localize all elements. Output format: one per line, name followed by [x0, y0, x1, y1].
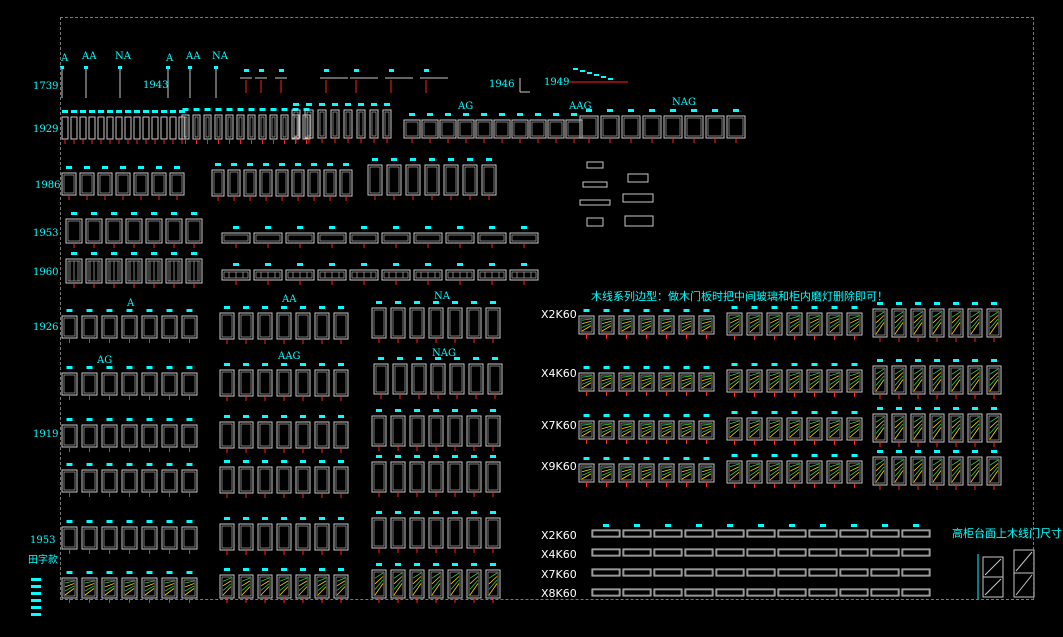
year-1946: 1946 [489, 79, 515, 90]
row-label-1919: 1919 [33, 429, 59, 440]
top-label-na: NA [115, 51, 131, 62]
legend-swatch [31, 578, 41, 581]
legend-swatch [31, 592, 41, 595]
group-1926-aa: AA [282, 294, 297, 305]
group-1926-na: NA [434, 291, 450, 302]
legend-swatch [31, 613, 41, 616]
top-label-a2: A [166, 53, 174, 64]
strip-code-x2k60: X2K60 [541, 529, 577, 542]
group-1926b-aag: AAG [278, 351, 301, 362]
strip-code-x7k60: X7K60 [541, 568, 577, 581]
strip-code-x8k60: X8K60 [541, 587, 577, 600]
group-label-ag: AG [458, 101, 474, 112]
top-label-na2: NA [212, 51, 228, 62]
group-label-aag: AAG [569, 101, 592, 112]
group-1926-a: A [127, 298, 135, 309]
legend-swatch [31, 606, 41, 609]
group-label-nag: NAG [672, 97, 696, 108]
row-label-1929: 1929 [33, 124, 59, 135]
year-1949: 1949 [544, 77, 570, 88]
top-label-aa: AA [82, 51, 97, 62]
row-label-1953: 1953 [33, 228, 59, 239]
row-label-1926: 1926 [33, 322, 59, 333]
series-code-x2k60: X2K60 [541, 308, 577, 321]
right-title: 高柜台面上木线门尺寸 [952, 527, 1062, 540]
group-1926b-ag: AG [97, 355, 113, 366]
series-title: 木线系列边型：做木门板时把中间玻璃和柜内磨灯删除即可！ [591, 290, 888, 303]
legend-swatch [31, 599, 41, 602]
row-label-tianzi: 田字款 [28, 555, 58, 566]
top-label-aa2: AA [186, 51, 201, 62]
row-label-1986: 1986 [35, 180, 61, 191]
series-code-x4k60: X4K60 [541, 367, 577, 380]
series-code-x9k60: X9K60 [541, 460, 577, 473]
row-label-1960: 1960 [33, 267, 59, 278]
row-label-1953b: 1953 [30, 535, 56, 546]
row-label-1739: 1739 [33, 81, 59, 92]
top-label-a: A [61, 53, 69, 64]
legend-swatch [31, 585, 41, 588]
series-code-x7k60: X7K60 [541, 419, 577, 432]
year-1943: 1943 [143, 80, 169, 91]
group-1926b-nag: NAG [432, 348, 456, 359]
strip-code-x4k60: X4K60 [541, 548, 577, 561]
